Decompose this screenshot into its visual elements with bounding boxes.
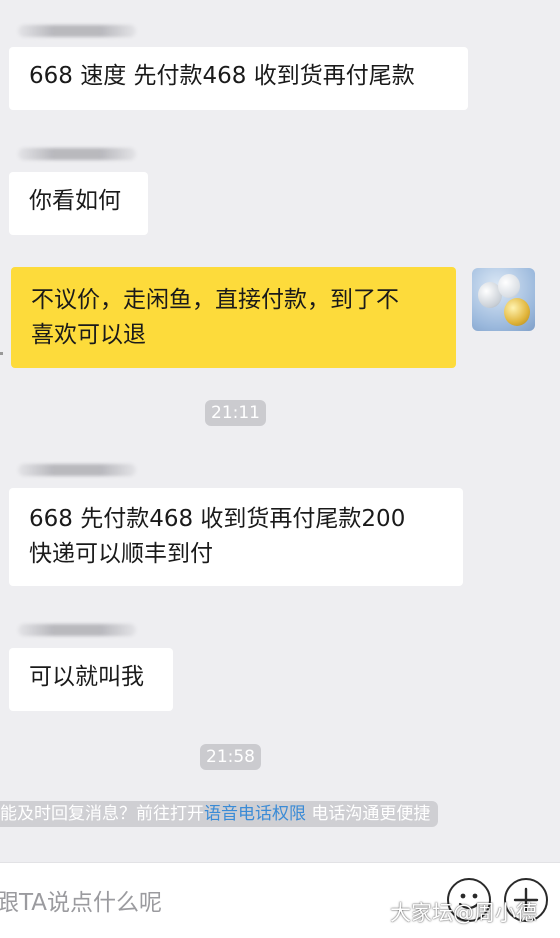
timestamp: 21:58 [200, 744, 261, 770]
contact-name-blurred [18, 464, 136, 476]
message-input-placeholder: 想跟TA说点什么呢 [0, 890, 162, 916]
message-bubble-received[interactable]: 你看如何 [9, 172, 148, 235]
watermark: 大家坛@周小德 [390, 901, 537, 925]
message-bubble-received[interactable]: 668 速度 先付款468 收到货再付尾款 [9, 47, 468, 110]
contact-name-blurred [18, 624, 136, 636]
permission-notice: 能及时回复消息？前往打开语音电话权限 电话沟通更便捷 [0, 801, 439, 827]
timestamp: 21:11 [205, 400, 266, 426]
contact-name-blurred [18, 25, 136, 37]
my-avatar[interactable] [472, 268, 535, 331]
voice-call-permission-link[interactable]: 语音电话权限 [204, 804, 306, 824]
message-bubble-received[interactable]: 668 先付款468 收到货再付尾款200 快递可以顺丰到付 [9, 488, 463, 586]
message-bubble-received[interactable]: 可以就叫我 [9, 648, 173, 711]
notice-prefix: 能及时回复消息？前往打开 [0, 804, 204, 824]
message-bubble-sent[interactable]: 不议价，走闲鱼，直接付款，到了不 喜欢可以退 [11, 267, 456, 368]
message-input[interactable]: 想跟TA说点什么呢 [0, 883, 189, 917]
edge-marker [0, 352, 3, 355]
contact-name-blurred [18, 148, 136, 160]
notice-suffix: 电话沟通更便捷 [306, 804, 431, 824]
